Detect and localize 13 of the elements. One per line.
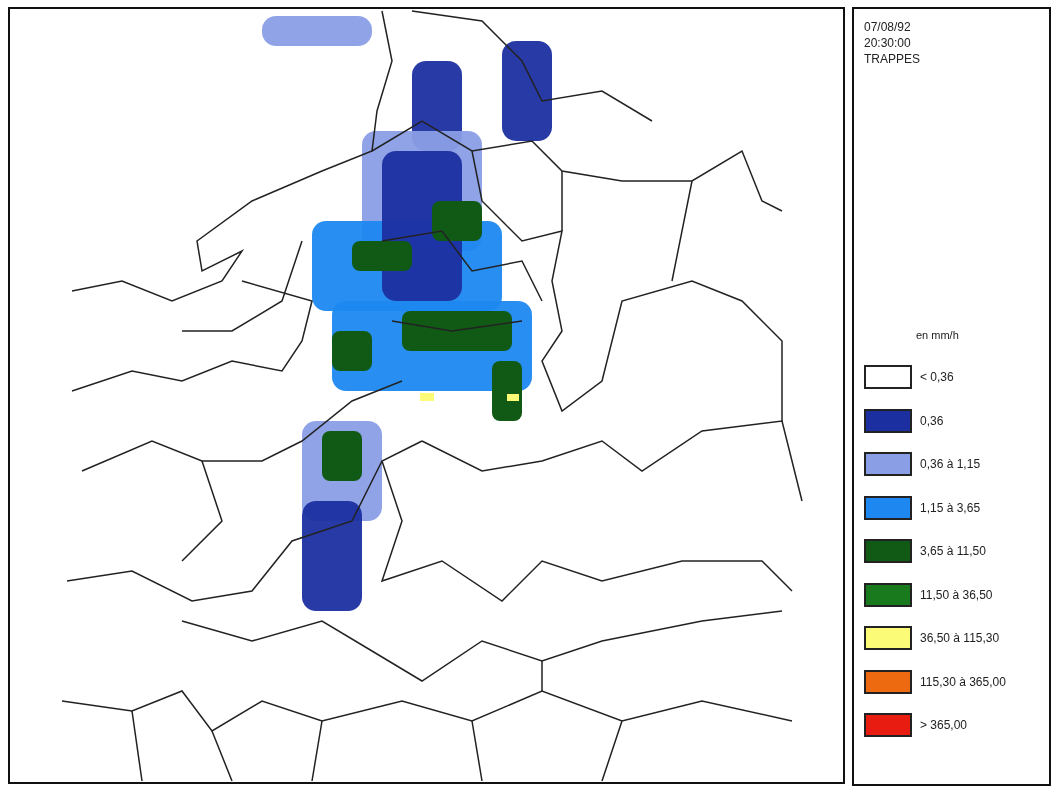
legend-label: 11,50 à 36,50 (920, 587, 993, 602)
legend-label: 1,15 à 3,65 (920, 500, 981, 515)
date-text: 07/08/92 (864, 19, 912, 35)
legend-label: 0,36 à 1,15 (920, 457, 981, 471)
time-text: 20:30:00 (864, 35, 912, 51)
unit-label: en mm/h (916, 329, 960, 341)
legend-label: 36,50 à 115,30 (920, 631, 1000, 645)
legend-label: > 365,00 (920, 718, 968, 732)
legend-label: 0,36 (920, 413, 944, 428)
legend-label: 3,65 à 11,50 (920, 544, 986, 558)
legend-label: 115,30 à 365,00 (920, 674, 1006, 689)
legend-label: < 0,36 (920, 370, 954, 384)
station-name: TRAPPES (864, 51, 921, 67)
